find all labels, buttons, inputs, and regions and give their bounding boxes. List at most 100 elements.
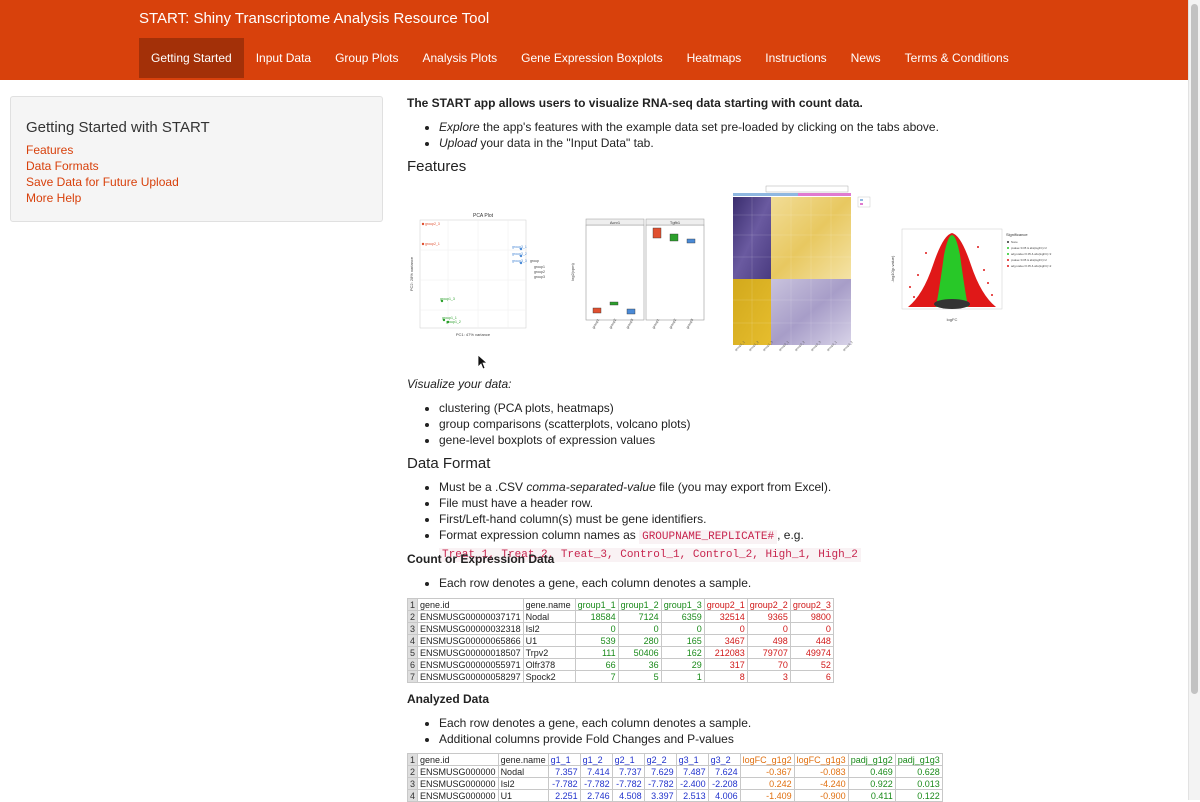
app-title: START: Shiny Transcriptome Analysis Reso… xyxy=(139,10,490,27)
visualize-bullet: group comparisons (scatterplots, volcano… xyxy=(439,416,690,432)
table-cell: 36 xyxy=(617,658,662,671)
table-cell: 0.469 xyxy=(847,765,896,778)
table-cell: Isl2 xyxy=(522,622,576,635)
table-row: 6 ENSMUSG00000055971 Olfr378 66 36 29 317 70 52 xyxy=(406,658,834,671)
mouse-cursor-icon xyxy=(477,354,489,370)
table-header-cell: g2_2 xyxy=(643,753,677,766)
svg-text:group3_2: group3_2 xyxy=(512,252,527,256)
boxplot-panel-title: Acrv1 xyxy=(610,220,621,225)
table-header-cell: gene.name xyxy=(497,753,549,766)
volcano-plot-figure: logFC -log10(p.value) Significance None … xyxy=(888,225,1068,331)
table-row: 4 ENSMUSG00000065866 U1 539 280 165 3467 498 448 xyxy=(406,634,834,647)
table-header-cell: gene.name xyxy=(522,598,576,611)
count-list: Each row denotes a gene, each column den… xyxy=(439,575,751,591)
tab-group-plots[interactable]: Group Plots xyxy=(323,38,410,78)
table-cell: Nodal xyxy=(497,765,549,778)
tab-heatmaps[interactable]: Heatmaps xyxy=(675,38,754,78)
visualize-list: clustering (PCA plots, heatmaps) group c… xyxy=(439,400,690,448)
table-header-cell: g2_1 xyxy=(611,753,645,766)
volcano-xlabel: logFC xyxy=(947,317,958,322)
table-cell: 0.628 xyxy=(894,765,943,778)
table-cell: -7.782 xyxy=(547,777,581,790)
format-text: Must be a .CSV xyxy=(439,480,527,494)
pca-xlabel: PC1: 47% variance xyxy=(456,332,491,337)
tab-getting-started[interactable]: Getting Started xyxy=(139,38,244,78)
page-scrollbar[interactable] xyxy=(1188,0,1200,800)
table-cell: Isl2 xyxy=(497,777,549,790)
table-cell: 1 xyxy=(660,670,705,683)
sidebar-link-save-data[interactable]: Save Data for Future Upload xyxy=(26,174,367,190)
table-cell: -0.083 xyxy=(793,765,849,778)
table-cell: 0.922 xyxy=(847,777,896,790)
table-cell: -7.782 xyxy=(643,777,677,790)
format-list: Must be a .CSV comma-separated-value fil… xyxy=(439,479,1200,563)
tab-instructions[interactable]: Instructions xyxy=(753,38,838,78)
count-bullet: Each row denotes a gene, each column den… xyxy=(439,575,751,591)
intro-bullet-em: Upload xyxy=(439,136,478,150)
table-cell: 66 xyxy=(574,658,619,671)
svg-text:group1_2: group1_2 xyxy=(446,320,461,324)
svg-text:group1_3: group1_3 xyxy=(440,297,455,301)
format-bullet: Must be a .CSV comma-separated-value fil… xyxy=(439,479,1200,495)
svg-text:group3_1: group3_1 xyxy=(512,245,527,249)
sidebar-link-data-formats[interactable]: Data Formats xyxy=(26,158,367,174)
table-row: 3 ENSMUSG00000032318 Isl2 0 0 0 0 0 0 xyxy=(406,622,834,635)
tab-news[interactable]: News xyxy=(839,38,893,78)
table-cell: -2.400 xyxy=(675,777,709,790)
visualize-bullet: clustering (PCA plots, heatmaps) xyxy=(439,400,690,416)
table-cell: 0 xyxy=(746,622,791,635)
sidebar-link-more-help[interactable]: More Help xyxy=(26,190,367,206)
table-row: 5 ENSMUSG00000018507 Trpv2 111 50406 162 21208… xyxy=(406,646,834,659)
tab-input-data[interactable]: Input Data xyxy=(244,38,323,78)
tab-gene-expression-boxplots[interactable]: Gene Expression Boxplots xyxy=(509,38,674,78)
intro-bullet: Explore the app's features with the exam… xyxy=(439,119,939,135)
table-cell: 448 xyxy=(789,634,834,647)
table-cell: 539 xyxy=(574,634,619,647)
volcano-ylabel: -log10(p.value) xyxy=(890,255,895,282)
sidebar-link-features[interactable]: Features xyxy=(26,142,367,158)
table-header-cell: group2_3 xyxy=(789,598,834,611)
table-cell: 111 xyxy=(574,646,619,659)
svg-text:group3_3: group3_3 xyxy=(512,259,527,263)
table-cell: 0 xyxy=(617,622,662,635)
table-cell: -4.240 xyxy=(793,777,849,790)
table-cell: Spock2 xyxy=(522,670,576,683)
table-header-row: 1 gene.id gene.name g1_1 g1_2 g2_1 g2_2 … xyxy=(406,753,943,766)
table-row: 2 ENSMUSG000000 Nodal 7.357 7.414 7.737 7.629 7… xyxy=(406,765,943,778)
table-cell: 5 xyxy=(617,670,662,683)
table-header-cell: logFC_g1g2 xyxy=(739,753,795,766)
table-cell: 7.487 xyxy=(675,765,709,778)
table-cell: 0 xyxy=(660,622,705,635)
table-cell: 498 xyxy=(746,634,791,647)
table-header-cell: group2_2 xyxy=(746,598,791,611)
table-header-cell: group1_3 xyxy=(660,598,705,611)
table-header-cell: padj_g1g3 xyxy=(894,753,943,766)
format-bullet: First/Left-hand column(s) must be gene i… xyxy=(439,511,1200,527)
table-header-cell: g1_2 xyxy=(579,753,613,766)
boxplot-ylabel: log2(cpm) xyxy=(570,262,575,280)
table-cell: 0.242 xyxy=(739,777,795,790)
scrollbar-thumb[interactable] xyxy=(1191,4,1198,694)
table-cell: -7.782 xyxy=(579,777,613,790)
pca-legend-item: group1 xyxy=(534,265,545,269)
analyzed-heading: Analyzed Data xyxy=(407,692,490,706)
table-header-cell: group1_2 xyxy=(617,598,662,611)
count-table: 1 gene.id gene.name group1_1 group1_2 gr… xyxy=(406,598,834,683)
intro-text: The START app allows users to visualize … xyxy=(407,96,863,110)
pca-ylabel: PC2: 28% variance xyxy=(409,256,414,291)
table-header-cell: padj_g1g2 xyxy=(847,753,896,766)
table-cell: 32514 xyxy=(703,610,748,623)
table-cell: 7.624 xyxy=(707,765,741,778)
table-header-cell: g3_2 xyxy=(707,753,741,766)
table-header-cell: g1_1 xyxy=(547,753,581,766)
pca-plot-figure: PCA Plot group2_3 group2_1 group3_1 grou… xyxy=(408,210,556,340)
features-heading: Features xyxy=(407,158,467,175)
pca-legend-item: group3 xyxy=(534,275,545,279)
analyzed-bullet: Additional columns provide Fold Changes … xyxy=(439,731,751,747)
pca-legend-title: group xyxy=(530,259,539,263)
tab-analysis-plots[interactable]: Analysis Plots xyxy=(410,38,509,78)
svg-text:adj.pvalue<0.05 & abs(logFC)<2: adj.pvalue<0.05 & abs(logFC)<2 xyxy=(1011,252,1052,256)
svg-text:pvalue<0.05 & abs(logFC)<2: pvalue<0.05 & abs(logFC)<2 xyxy=(1011,246,1047,250)
tab-terms-conditions[interactable]: Terms & Conditions xyxy=(893,38,1021,78)
table-cell: 7.629 xyxy=(643,765,677,778)
